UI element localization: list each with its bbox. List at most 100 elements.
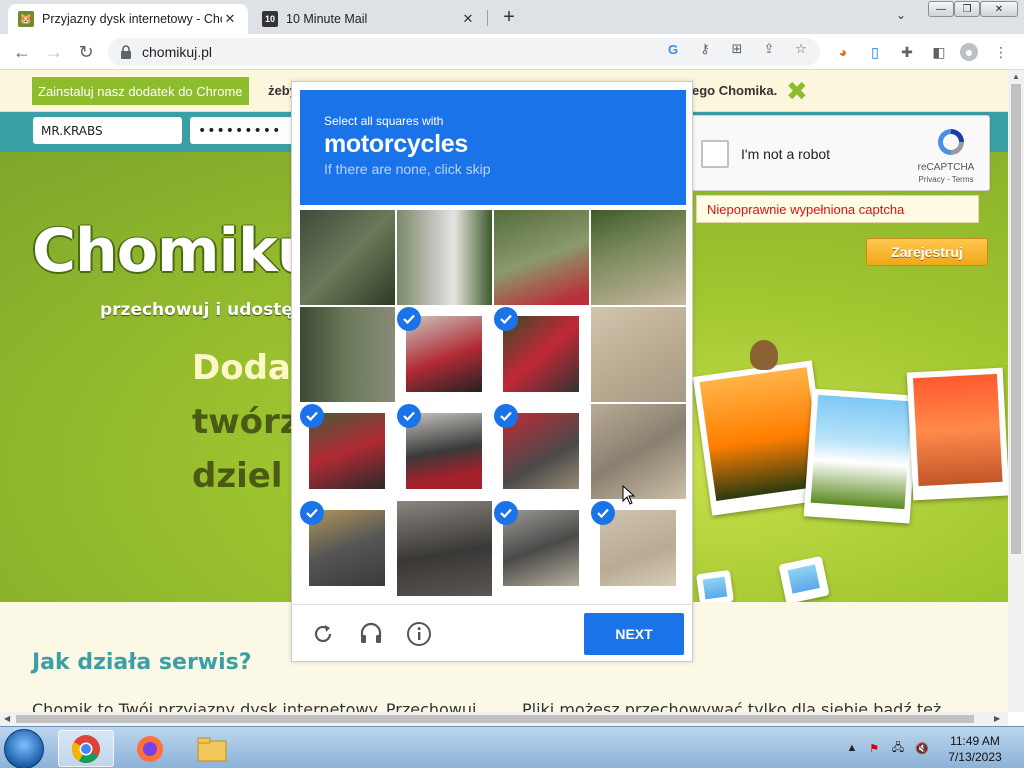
username-field[interactable]: MR.KRABS <box>33 117 182 144</box>
password-field[interactable]: ••••••••• <box>190 117 300 144</box>
challenge-instruction: Select all squares with <box>324 114 444 128</box>
new-tab-button[interactable]: + <box>498 6 520 28</box>
tab-divider <box>487 10 488 26</box>
challenge-tile-13[interactable] <box>300 501 395 596</box>
tray-volume-muted-icon[interactable]: 🔇 <box>914 741 930 755</box>
challenge-tile-3[interactable] <box>494 210 589 305</box>
info-icon[interactable] <box>404 619 434 649</box>
clock-date: 7/13/2023 <box>948 750 1002 764</box>
recaptcha-checkbox[interactable] <box>701 140 729 168</box>
taskbar-clock[interactable]: 11:49 AM 7/13/2023 <box>940 733 1010 765</box>
tab-title: 10 Minute Mail <box>286 12 368 26</box>
reload-icon[interactable]: ↻ <box>74 40 98 64</box>
challenge-footer: NEXT <box>292 604 692 662</box>
how-it-works-text-left: Chomik to Twój przyjazny dysk internetow… <box>32 700 477 712</box>
selected-check-icon <box>494 404 518 428</box>
selected-check-icon <box>397 307 421 331</box>
key-icon[interactable]: ⚷ <box>696 40 714 58</box>
restore-button[interactable]: ❐ <box>954 1 980 17</box>
extension-blue-icon[interactable]: ▯ <box>866 43 884 61</box>
challenge-tile-16[interactable] <box>591 501 686 596</box>
extensions-puzzle-icon[interactable]: ✚ <box>898 43 916 61</box>
close-window-button[interactable]: ✕ <box>980 1 1018 17</box>
challenge-tile-11[interactable] <box>494 404 589 499</box>
bookmark-star-icon[interactable]: ☆ <box>792 40 810 58</box>
browser-toolbar: ← → ↻ chomikuj.pl G ⚷ ⊞ ⇪ ☆ ◕ ▯ ✚ ◧ ● ⋮ <box>0 34 1024 70</box>
horizontal-scrollbar[interactable]: ◀ ▶ <box>0 712 1008 726</box>
url-text: chomikuj.pl <box>142 44 213 60</box>
tray-action-center-icon[interactable]: ⚑ <box>866 741 882 755</box>
mouse-cursor-icon <box>622 485 636 505</box>
close-tab-icon[interactable]: ✕ <box>460 11 476 27</box>
chrome-icon <box>72 734 100 763</box>
extension-hamster-icon[interactable]: ◕ <box>834 43 852 61</box>
challenge-image-grid <box>300 210 686 596</box>
vertical-scroll-thumb[interactable] <box>1011 84 1021 554</box>
challenge-tile-10[interactable] <box>397 404 492 499</box>
challenge-target-object: motorcycles <box>324 130 468 158</box>
next-button[interactable]: NEXT <box>584 613 684 655</box>
challenge-tile-1[interactable] <box>300 210 395 305</box>
taskbar-firefox[interactable] <box>122 730 178 767</box>
challenge-tile-14[interactable] <box>397 501 492 596</box>
scroll-right-arrow-icon[interactable]: ▶ <box>994 714 1000 723</box>
challenge-tile-5[interactable] <box>300 307 395 402</box>
lock-icon <box>121 45 131 59</box>
how-it-works-text-right: Pliki możesz przechowywać tylko dla sieb… <box>522 700 942 712</box>
tab-10-minute-mail[interactable]: 10 10 Minute Mail ✕ <box>252 4 486 34</box>
tray-network-icon[interactable]: 🖧 <box>890 741 906 755</box>
minimize-button[interactable]: — <box>928 1 954 17</box>
side-panel-icon[interactable]: ◧ <box>930 43 948 61</box>
vertical-scrollbar[interactable]: ▲ <box>1008 70 1024 712</box>
selected-check-icon <box>494 307 518 331</box>
selected-check-icon <box>300 501 324 525</box>
reload-challenge-icon[interactable] <box>308 619 338 649</box>
challenge-tile-15[interactable] <box>494 501 589 596</box>
install-extension-button[interactable]: Zainstaluj nasz dodatek do Chrome <box>32 77 249 105</box>
recaptcha-label: I'm not a robot <box>741 146 831 162</box>
forward-arrow-icon[interactable]: → <box>42 40 66 64</box>
decorative-photo-desert <box>906 367 1008 501</box>
tray-show-hidden-icon[interactable]: ▲ <box>844 741 860 755</box>
challenge-tile-8[interactable] <box>591 307 686 402</box>
scroll-left-arrow-icon[interactable]: ◀ <box>4 714 10 723</box>
challenge-tile-12[interactable] <box>591 404 686 499</box>
tab-search-chevron-icon[interactable]: ⌄ <box>896 8 906 22</box>
selected-check-icon <box>300 404 324 428</box>
taskbar-chrome[interactable] <box>58 730 114 767</box>
selected-check-icon <box>591 501 615 525</box>
site-tagline: przechowuj i udostępni <box>100 300 323 320</box>
scroll-up-arrow-icon[interactable]: ▲ <box>1012 72 1020 81</box>
register-button[interactable]: Zarejestruj <box>866 238 988 266</box>
challenge-tile-7[interactable] <box>494 307 589 402</box>
challenge-tile-6[interactable] <box>397 307 492 402</box>
selected-check-icon <box>397 404 421 428</box>
google-icon[interactable]: G <box>664 40 682 58</box>
menu-kebab-icon[interactable]: ⋮ <box>992 43 1010 61</box>
recaptcha-brand: reCAPTCHA <box>917 162 975 173</box>
hero-line-2: twórz <box>192 402 300 442</box>
recaptcha-terms-link[interactable]: Privacy - Terms <box>907 175 985 184</box>
windows-taskbar: ▲ ⚑ 🖧 🔇 11:49 AM 7/13/2023 <box>0 726 1024 768</box>
profile-avatar-icon[interactable]: ● <box>960 43 978 61</box>
challenge-tile-9[interactable] <box>300 404 395 499</box>
back-arrow-icon[interactable]: ← <box>10 40 34 64</box>
challenge-tile-2[interactable] <box>397 210 492 305</box>
tab-chomikuj[interactable]: 🐹 Przyjazny dysk internetowy - Chomikuj.… <box>8 4 248 34</box>
close-infobar-icon[interactable]: ✖ <box>786 76 808 107</box>
image-card-icon <box>778 555 830 605</box>
translate-icon[interactable]: ⊞ <box>728 40 746 58</box>
share-icon[interactable]: ⇪ <box>760 40 778 58</box>
challenge-tile-4[interactable] <box>591 210 686 305</box>
audio-challenge-icon[interactable] <box>356 619 386 649</box>
decorative-photo-daisies <box>803 388 919 524</box>
hamster-mascot-icon <box>750 340 778 370</box>
close-tab-icon[interactable]: ✕ <box>222 11 238 27</box>
challenge-hint: If there are none, click skip <box>324 161 491 177</box>
captcha-error-message: Niepoprawnie wypełniona captcha <box>696 195 979 223</box>
taskbar-file-explorer[interactable] <box>184 730 240 767</box>
recaptcha-logo-icon <box>938 129 964 155</box>
horizontal-scroll-thumb[interactable] <box>16 715 974 723</box>
selected-check-icon <box>494 501 518 525</box>
start-button[interactable] <box>4 729 44 768</box>
